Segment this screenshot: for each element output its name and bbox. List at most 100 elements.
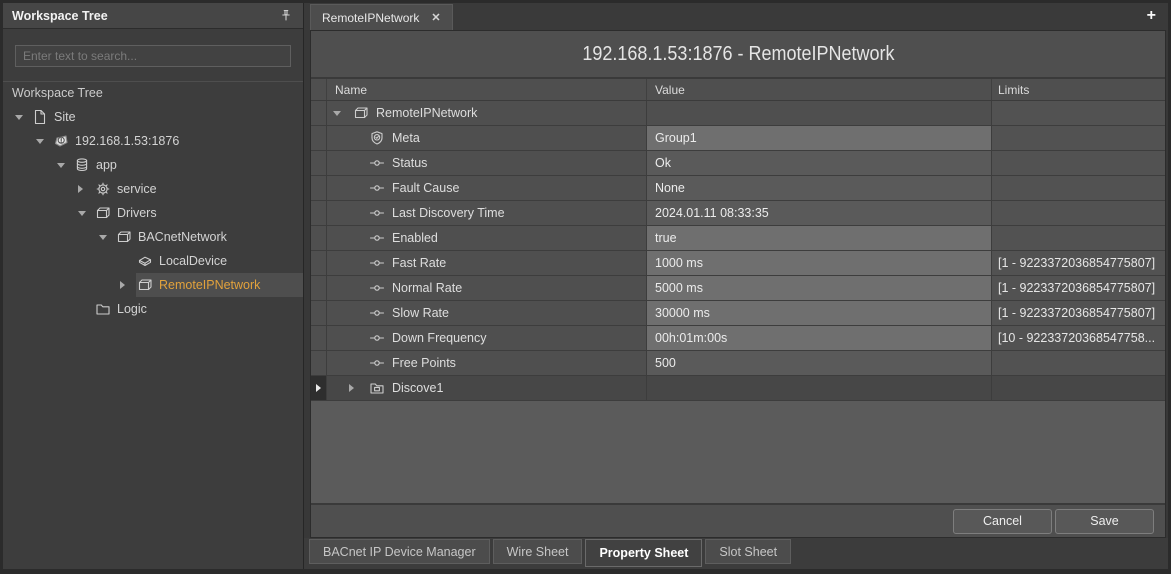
property-row-slow-rate[interactable]: Slow Rate 30000 ms[1 - 922337203685477580… bbox=[311, 301, 1165, 326]
shield-icon bbox=[369, 130, 387, 146]
folder-box-icon bbox=[369, 380, 387, 396]
value-cell-slow-rate[interactable]: 30000 ms bbox=[647, 301, 992, 325]
limits-cell-slow-rate: [1 - 9223372036854775807] bbox=[992, 301, 1165, 325]
layers-icon bbox=[115, 229, 132, 245]
tree-item-remoteipnetwork[interactable]: RemoteIPNetwork bbox=[3, 273, 303, 297]
property-row-normal-rate[interactable]: Normal Rate5000 ms[1 - 92233720368547758… bbox=[311, 276, 1165, 301]
property-name-cell: Status bbox=[327, 151, 647, 175]
collapse-arrow-icon[interactable] bbox=[78, 211, 94, 216]
tree-item-label: Drivers bbox=[117, 206, 157, 220]
expand-arrow-icon[interactable] bbox=[349, 384, 369, 392]
slider-icon bbox=[369, 255, 387, 271]
collapse-arrow-icon[interactable] bbox=[57, 163, 73, 168]
property-name-label: Last Discovery Time bbox=[392, 206, 505, 220]
row-gutter bbox=[311, 301, 327, 325]
value-cell-fault-cause: None bbox=[647, 176, 992, 200]
tab-label: RemoteIPNetwork bbox=[322, 11, 419, 25]
property-row-down-frequency[interactable]: Down Frequency00h:01m:00s[10 - 922337203… bbox=[311, 326, 1165, 351]
value-cell-fast-rate[interactable]: 1000 ms bbox=[647, 251, 992, 275]
property-name-cell: Free Points bbox=[327, 351, 647, 375]
expand-arrow-icon[interactable] bbox=[78, 185, 94, 193]
property-row-last-discovery-time[interactable]: Last Discovery Time 2024.01.11 08:33:35 bbox=[311, 201, 1165, 226]
tab-remoteipnetwork[interactable]: RemoteIPNetwork ✕ bbox=[310, 4, 453, 30]
tree-item-label: service bbox=[117, 182, 157, 196]
limits-cell-fast-rate: [1 - 9223372036854775807] bbox=[992, 251, 1165, 275]
tree-item-logic[interactable]: Logic bbox=[3, 297, 303, 321]
property-name-label: Normal Rate bbox=[392, 281, 462, 295]
property-row-fast-rate[interactable]: Fast Rate 1000 ms[1 - 9223372036854775807… bbox=[311, 251, 1165, 276]
pin-icon[interactable] bbox=[278, 8, 294, 24]
tree-item-192-168-1-53-1876[interactable]: 192.168.1.53:1876 bbox=[3, 129, 303, 153]
value-cell-normal-rate[interactable]: 5000 ms bbox=[647, 276, 992, 300]
slider-icon bbox=[369, 355, 387, 371]
limits-cell-down-frequency: [10 - 92233720368547758... bbox=[992, 326, 1165, 350]
limits-cell-last-discovery-time bbox=[992, 201, 1165, 225]
bottom-tab-bacnet-ip-device-manager[interactable]: BACnet IP Device Manager bbox=[309, 539, 490, 564]
value-cell-last-discovery-time: 2024.01.11 08:33:35 bbox=[647, 201, 992, 225]
tree-item-drivers[interactable]: Drivers bbox=[3, 201, 303, 225]
limits-column-header: Limits bbox=[992, 79, 1165, 100]
bottom-tab-wire-sheet[interactable]: Wire Sheet bbox=[493, 539, 583, 564]
layers-icon bbox=[94, 205, 111, 221]
expand-arrow-icon[interactable] bbox=[120, 281, 136, 289]
property-name-label: Slow Rate bbox=[392, 306, 449, 320]
property-name-cell: Discove1 bbox=[327, 376, 647, 400]
tab-bar: RemoteIPNetwork ✕ + bbox=[304, 3, 1168, 30]
layers-icon bbox=[136, 277, 153, 293]
bottom-tab-property-sheet[interactable]: Property Sheet bbox=[585, 539, 702, 567]
slider-icon bbox=[369, 230, 387, 246]
slider-icon bbox=[369, 280, 387, 296]
value-cell-status: Ok bbox=[647, 151, 992, 175]
collapse-arrow-icon[interactable] bbox=[36, 139, 52, 144]
limits-cell-fault-cause bbox=[992, 176, 1165, 200]
tree-item-service[interactable]: service bbox=[3, 177, 303, 201]
tree-item-label: Site bbox=[54, 110, 76, 124]
search-input[interactable] bbox=[15, 45, 291, 67]
tree-item-app[interactable]: app bbox=[3, 153, 303, 177]
row-gutter bbox=[311, 326, 327, 350]
property-row-discove1[interactable]: Discove1 bbox=[311, 376, 1165, 401]
value-cell-enabled[interactable]: true bbox=[647, 226, 992, 250]
tree-section-label: Workspace Tree bbox=[3, 81, 303, 103]
collapse-arrow-icon[interactable] bbox=[333, 111, 353, 116]
property-name-label: Fault Cause bbox=[392, 181, 459, 195]
workspace-tree: Site 192.168.1.53:1876 appservice Drivers BA… bbox=[3, 105, 303, 321]
new-tab-icon[interactable]: + bbox=[1147, 6, 1156, 26]
tree-item-bacnetnetwork[interactable]: BACnetNetwork bbox=[3, 225, 303, 249]
property-name-label: Discove1 bbox=[392, 381, 443, 395]
row-gutter bbox=[311, 101, 327, 125]
property-row-remoteipnetwork[interactable]: RemoteIPNetwork bbox=[311, 101, 1165, 126]
property-row-meta[interactable]: Meta Group1 bbox=[311, 126, 1165, 151]
collapse-arrow-icon[interactable] bbox=[99, 235, 115, 240]
bottom-tab-slot-sheet[interactable]: Slot Sheet bbox=[705, 539, 791, 564]
property-name-label: Meta bbox=[392, 131, 420, 145]
button-bar: Cancel Save bbox=[311, 503, 1165, 537]
property-row-free-points[interactable]: Free Points500 bbox=[311, 351, 1165, 376]
value-cell-meta[interactable]: Group1 bbox=[647, 126, 992, 150]
property-row-fault-cause[interactable]: Fault Cause None bbox=[311, 176, 1165, 201]
property-name-cell: Enabled bbox=[327, 226, 647, 250]
close-icon[interactable]: ✕ bbox=[431, 11, 440, 24]
save-button[interactable]: Save bbox=[1055, 509, 1154, 534]
property-name-cell: Fast Rate bbox=[327, 251, 647, 275]
limits-cell-remoteipnetwork bbox=[992, 101, 1165, 125]
workspace-tree-panel: Workspace Tree Workspace Tree Site192.16… bbox=[3, 3, 304, 569]
page-title: 192.168.1.53:1876 - RemoteIPNetwork bbox=[582, 43, 894, 66]
property-row-enabled[interactable]: Enabledtrue bbox=[311, 226, 1165, 251]
value-cell-down-frequency[interactable]: 00h:01m:00s bbox=[647, 326, 992, 350]
row-gutter bbox=[311, 176, 327, 200]
property-name-label: Fast Rate bbox=[392, 256, 446, 270]
row-gutter bbox=[311, 351, 327, 375]
tree-item-label: Logic bbox=[117, 302, 147, 316]
property-name-label: Free Points bbox=[392, 356, 456, 370]
property-row-status[interactable]: StatusOk bbox=[311, 151, 1165, 176]
tree-item-localdevice[interactable]: LocalDevice bbox=[3, 249, 303, 273]
slider-icon bbox=[369, 155, 387, 171]
cancel-button[interactable]: Cancel bbox=[953, 509, 1052, 534]
tree-item-label: app bbox=[96, 158, 117, 172]
slider-icon bbox=[369, 180, 387, 196]
tree-item-site[interactable]: Site bbox=[3, 105, 303, 129]
empty-area bbox=[311, 401, 1165, 503]
collapse-arrow-icon[interactable] bbox=[15, 115, 31, 120]
row-marker-icon bbox=[311, 376, 327, 400]
